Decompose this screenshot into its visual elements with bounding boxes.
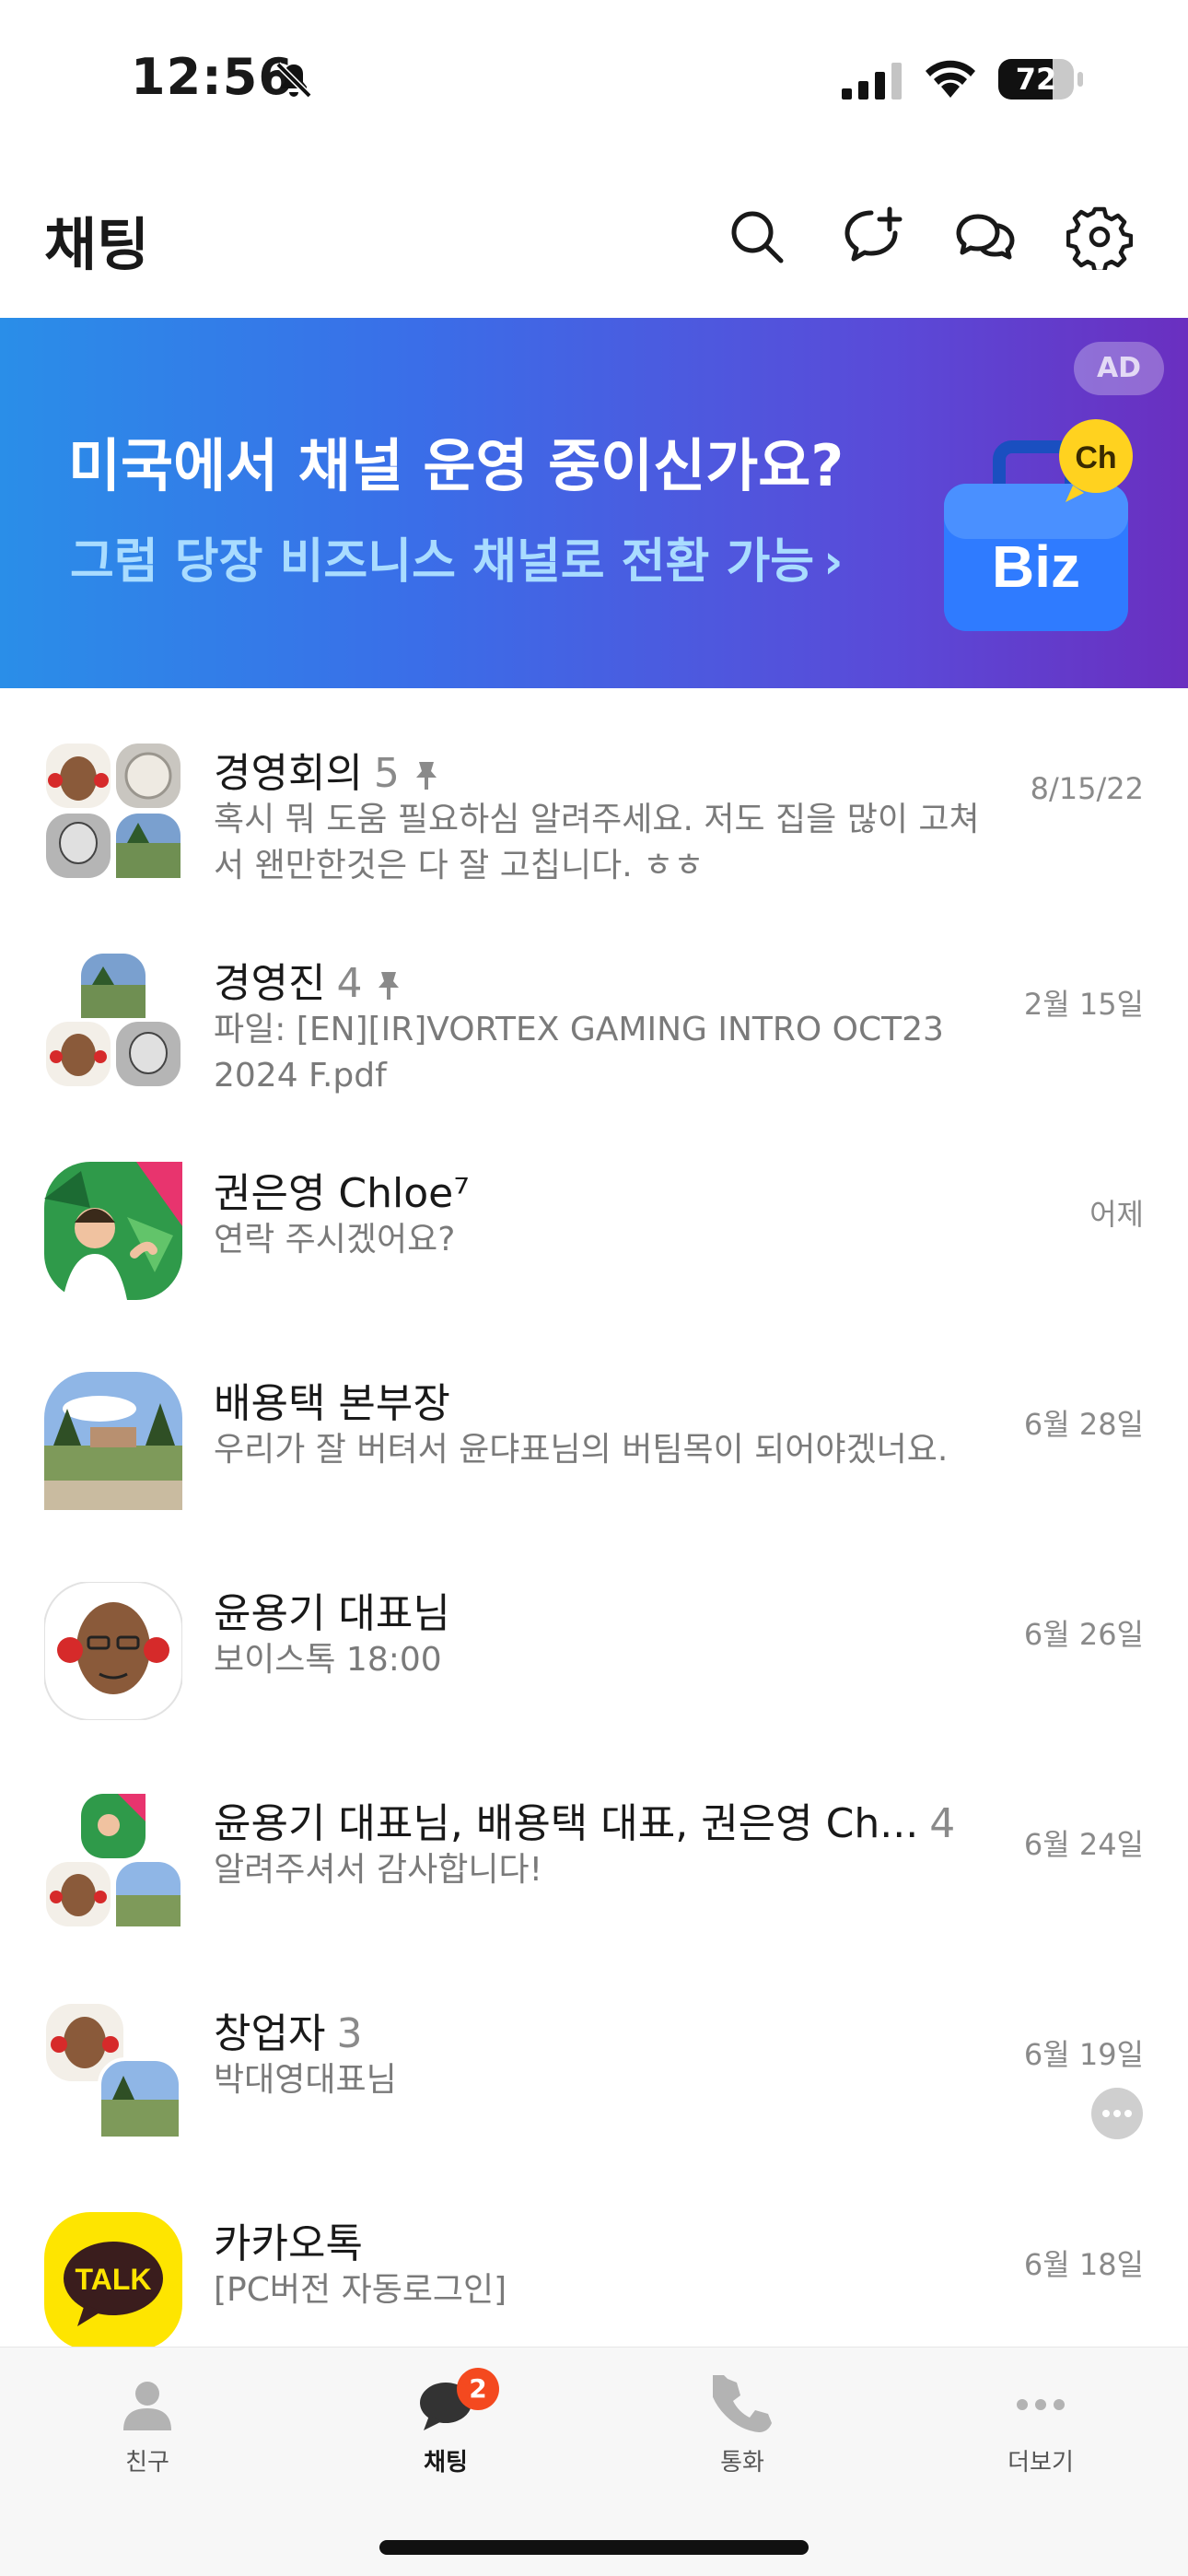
chat-timestamp: 2월 15일 [1023, 987, 1144, 1022]
ad-headline: 미국에서 채널 운영 중이신가요? [68, 432, 844, 499]
wifi-icon [926, 60, 975, 98]
group-avatar [44, 742, 182, 880]
chat-timestamp: 6월 19일 [1023, 2037, 1144, 2072]
chat-title: 경영회의 [214, 750, 363, 797]
search-icon [731, 211, 784, 263]
unread-badge: 2 [457, 2368, 499, 2410]
chat-title: 윤용기 대표님, 배용택 대표, 권은영 Ch... [214, 1800, 919, 1847]
new-chat-button[interactable] [838, 204, 904, 270]
biz-briefcase-icon: Biz Ch [944, 419, 1133, 631]
chat-preview: 연락 주시겠어요? [214, 1221, 456, 1259]
chat-timestamp: 6월 26일 [1023, 1617, 1144, 1652]
ad-subline: 그럼 당장 비즈니스 채널로 전환 가능 › [70, 534, 844, 590]
tab-label: 채팅 [424, 2449, 468, 2476]
chat-row[interactable]: 권은영 Chloe⁷ 연락 주시겠어요? 어제 [0, 1108, 1188, 1318]
search-button[interactable] [724, 204, 790, 270]
chat-preview: 알려주셔서 감사합니다! [214, 1851, 543, 1889]
member-count: 4 [929, 1800, 956, 1847]
chat-timestamp: 6월 28일 [1023, 1407, 1144, 1442]
person-icon [123, 2382, 171, 2430]
open-chat-icon [956, 214, 1015, 260]
tab-label: 더보기 [1007, 2449, 1074, 2476]
header: 채팅 [0, 161, 1188, 318]
chat-row[interactable]: 배용택 본부장 우리가 잘 버텨서 윤댜표님의 버팀목이 되어야겠너요. 6월 … [0, 1318, 1188, 1528]
chat-timestamp: 6월 18일 [1023, 2247, 1144, 2282]
chat-title: 권은영 Chloe⁷ [214, 1170, 470, 1217]
chat-title: 윤용기 대표님 [214, 1590, 450, 1637]
chat-row[interactable]: 경영회의 5 혹시 뭐 도움 필요하심 알려주세요. 저도 집을 많이 고쳐서 왠… [0, 688, 1188, 898]
chat-title: 경영진 [214, 960, 326, 1007]
battery-percent: 72 [1015, 62, 1057, 97]
chat-row[interactable]: 창업자 3 박대영대표님 6월 19일 [0, 1949, 1188, 2159]
member-count: 4 [336, 960, 363, 1007]
phone-icon [709, 2370, 772, 2432]
chat-screen: 12:56 72 채팅 미국에서 채널 운영 중이신가요? 그럼 당장 비즈니스… [0, 0, 1188, 2576]
home-indicator[interactable] [379, 2540, 809, 2555]
member-count: 3 [336, 2010, 363, 2057]
chat-preview: [PC버전 자동로그인] [214, 2271, 507, 2309]
member-count: 5 [373, 750, 400, 797]
bell-muted-icon [275, 62, 312, 99]
kakaotalk-logo: TALK [44, 2212, 182, 2347]
chat-title: 카카오톡 [214, 2220, 363, 2267]
tab-chats[interactable]: 2 채팅 [354, 2368, 538, 2495]
tab-more[interactable]: 더보기 [949, 2375, 1133, 2495]
gear-icon [1066, 206, 1134, 275]
group-avatar [44, 2002, 182, 2140]
tab-friends[interactable]: 친구 [55, 2375, 239, 2495]
chat-list: 경영회의 5 혹시 뭐 도움 필요하심 알려주세요. 저도 집을 많이 고쳐서 왠… [0, 688, 1188, 2347]
cellular-signal-icon [842, 63, 902, 100]
pin-icon [379, 972, 400, 1000]
more-dots-icon [1017, 2399, 1065, 2410]
tab-calls[interactable]: 통화 [650, 2370, 834, 2495]
status-time: 12:56 [131, 48, 294, 106]
settings-button[interactable] [1066, 204, 1134, 275]
ellipsis-bubble-icon[interactable] [1090, 2087, 1144, 2140]
chat-preview: 혹시 뭐 도움 필요하심 알려주세요. 저도 집을 많이 고쳐서 왠만한것은 다… [214, 801, 980, 884]
tab-label: 통화 [720, 2449, 764, 2476]
page-title: 채팅 [44, 211, 150, 278]
chat-timestamp: 6월 24일 [1023, 1827, 1144, 1862]
tab-label: 친구 [125, 2449, 169, 2476]
ch-label: Ch [1075, 440, 1116, 475]
chat-preview: 파일: [EN][IR]VORTEX GAMING INTRO OCT23 20… [214, 1011, 944, 1095]
chat-preview: 우리가 잘 버텨서 윤댜표님의 버팀목이 되어야겠너요. [214, 1431, 949, 1469]
chat-row[interactable]: 경영진 4 파일: [EN][IR]VORTEX GAMING INTRO OCT… [0, 898, 1188, 1108]
chevron-right-icon: › [823, 534, 844, 590]
open-chat-button[interactable] [952, 204, 1019, 270]
talk-logo-text: TALK [76, 2263, 152, 2296]
chat-preview: 박대영대표님 [214, 2061, 397, 2099]
group-avatar [44, 1792, 182, 1930]
chat-preview: 보이스톡 18:00 [214, 1641, 442, 1679]
pin-icon [415, 762, 437, 790]
chat-row[interactable]: 윤용기 대표님, 배용택 대표, 권은영 Ch... 4 알려주셔서 감사합니다!… [0, 1739, 1188, 1949]
chat-timestamp: 8/15/22 [1030, 771, 1144, 806]
profile-avatar [43, 1581, 183, 1721]
chat-row[interactable]: TALK 카카오톡 [PC버전 자동로그인] 6월 18일 [0, 2159, 1188, 2347]
status-bar: 12:56 72 [0, 0, 1188, 161]
chat-add-icon [844, 206, 903, 262]
profile-avatar [44, 1162, 182, 1300]
biz-label: Biz [992, 533, 1080, 600]
profile-avatar [44, 1372, 182, 1510]
chat-row[interactable]: 윤용기 대표님 보이스톡 18:00 6월 26일 [0, 1528, 1188, 1739]
chat-timestamp: 어제 [1089, 1197, 1144, 1232]
chat-title: 창업자 [214, 2010, 326, 2057]
battery-indicator: 72 [998, 59, 1083, 100]
chat-title: 배용택 본부장 [214, 1380, 450, 1427]
group-avatar [44, 952, 182, 1090]
ad-banner[interactable]: 미국에서 채널 운영 중이신가요? 그럼 당장 비즈니스 채널로 전환 가능 › … [0, 318, 1188, 688]
